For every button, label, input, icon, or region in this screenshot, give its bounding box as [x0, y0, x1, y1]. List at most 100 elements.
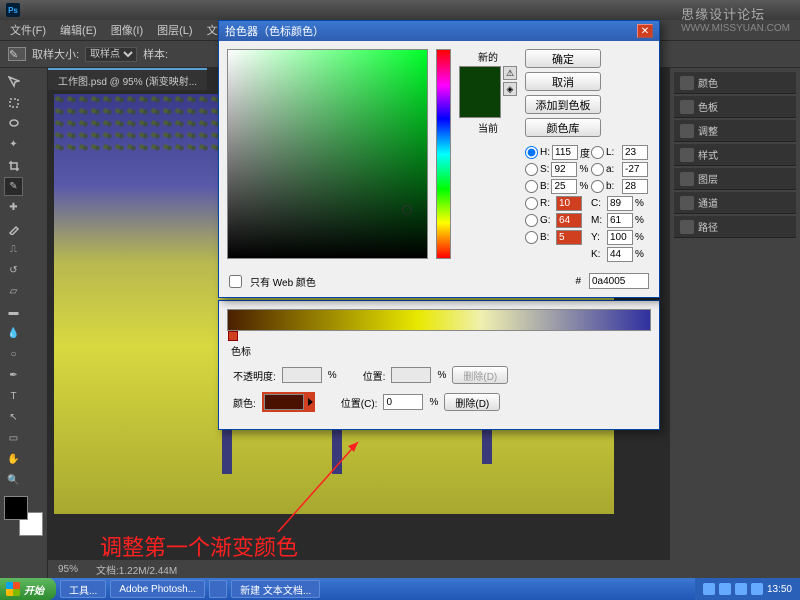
foreground-color[interactable] — [4, 496, 28, 520]
shape-tool[interactable]: ▭ — [4, 429, 23, 448]
delete-color-button[interactable]: 删除(D) — [444, 393, 500, 411]
tray-icon[interactable] — [735, 583, 747, 595]
web-only-checkbox[interactable] — [229, 275, 242, 288]
ok-button[interactable]: 确定 — [525, 49, 601, 68]
color-cursor[interactable] — [402, 205, 412, 215]
panel-adjust[interactable]: 调整 — [674, 120, 796, 142]
bl-radio[interactable] — [525, 231, 538, 244]
task-item-photoshop[interactable]: Adobe Photosh... — [110, 580, 205, 598]
move-tool[interactable] — [4, 72, 23, 91]
panel-channels[interactable]: 通道 — [674, 192, 796, 214]
a-radio[interactable] — [591, 163, 604, 176]
blur-tool[interactable]: 💧 — [4, 324, 23, 343]
marquee-tool[interactable] — [4, 93, 23, 112]
tray-icon[interactable] — [719, 583, 731, 595]
tray-icon[interactable] — [703, 583, 715, 595]
color-chip — [264, 394, 304, 410]
menu-file[interactable]: 文件(F) — [4, 20, 52, 40]
close-icon[interactable]: ✕ — [637, 24, 653, 38]
hex-input[interactable] — [589, 273, 649, 289]
b-input[interactable] — [551, 179, 577, 194]
zoom-level[interactable]: 95% — [58, 564, 78, 575]
y-input[interactable] — [607, 230, 633, 245]
crop-tool[interactable] — [4, 156, 23, 175]
preview-swatch[interactable] — [459, 66, 501, 118]
color-lib-button[interactable]: 颜色库 — [525, 118, 601, 137]
stamp-tool[interactable]: ⎍ — [4, 240, 23, 259]
eyedropper-tool[interactable]: ✎ — [4, 177, 23, 196]
color-panel-icon — [680, 76, 694, 90]
panel-color[interactable]: 颜色 — [674, 72, 796, 94]
color-stop-label: 颜色: — [233, 395, 256, 410]
panel-paths[interactable]: 路径 — [674, 216, 796, 238]
wand-tool[interactable]: ✦ — [4, 135, 23, 154]
dodge-tool[interactable]: ○ — [4, 345, 23, 364]
l-radio[interactable] — [591, 146, 604, 159]
add-swatch-button[interactable]: 添加到色板 — [525, 95, 601, 114]
g-input[interactable] — [556, 213, 582, 228]
bl-input[interactable] — [556, 230, 582, 245]
sample-size-select[interactable]: 取样点 — [85, 47, 137, 62]
gamut-warn-icon[interactable]: ⚠ — [503, 66, 517, 80]
heal-tool[interactable]: ✚ — [4, 198, 23, 217]
task-item-tools[interactable]: 工具... — [60, 580, 106, 598]
styles-panel-icon — [680, 148, 694, 162]
document-tab[interactable]: 工作图.psd @ 95% (渐变映射... — [48, 68, 207, 90]
type-tool[interactable]: T — [4, 387, 23, 406]
a-input[interactable] — [622, 162, 648, 177]
s-input[interactable] — [551, 162, 577, 177]
b2-input[interactable] — [622, 179, 648, 194]
menu-image[interactable]: 图像(I) — [105, 20, 149, 40]
panel-swatches[interactable]: 色板 — [674, 96, 796, 118]
s-radio[interactable] — [525, 163, 538, 176]
panel-styles[interactable]: 样式 — [674, 144, 796, 166]
tray-icon[interactable] — [751, 583, 763, 595]
m-input[interactable] — [607, 213, 633, 228]
panel-layers[interactable]: 图层 — [674, 168, 796, 190]
path-tool[interactable]: ↖ — [4, 408, 23, 427]
cube-icon[interactable]: ◈ — [503, 82, 517, 96]
task-item-blank[interactable] — [209, 580, 227, 598]
opacity-label: 不透明度: — [233, 368, 276, 383]
start-button[interactable]: 开始 — [0, 578, 56, 600]
color-field[interactable] — [227, 49, 428, 259]
r-input[interactable] — [556, 196, 582, 211]
h-input[interactable] — [552, 145, 578, 160]
g-radio[interactable] — [525, 214, 538, 227]
menu-edit[interactable]: 编辑(E) — [54, 20, 103, 40]
paths-panel-icon — [680, 220, 694, 234]
c-input[interactable] — [607, 196, 633, 211]
opacity-stop-row: 不透明度: % 位置: % 删除(D) — [227, 362, 651, 388]
eraser-tool[interactable]: ▱ — [4, 282, 23, 301]
pen-tool[interactable]: ✒ — [4, 366, 23, 385]
hand-tool[interactable]: ✋ — [4, 450, 23, 469]
color-swatches[interactable] — [4, 496, 43, 536]
eyedropper-icon[interactable]: ✎ — [8, 47, 26, 61]
history-brush-tool[interactable]: ↺ — [4, 261, 23, 280]
cancel-button[interactable]: 取消 — [525, 72, 601, 91]
doc-size: 文档:1.22M/2.44M — [96, 562, 177, 577]
b2-radio[interactable] — [591, 180, 604, 193]
gradient-preview[interactable] — [227, 309, 651, 331]
lasso-tool[interactable] — [4, 114, 23, 133]
l-input[interactable] — [622, 145, 648, 160]
r-radio[interactable] — [525, 197, 538, 210]
menu-layer[interactable]: 图层(L) — [151, 20, 198, 40]
gradient-stop-1[interactable] — [228, 331, 238, 341]
gradient-tool[interactable]: ▬ — [4, 303, 23, 322]
hue-slider[interactable] — [436, 49, 451, 259]
task-item-notepad[interactable]: 新建 文本文档... — [231, 580, 320, 598]
position-label: 位置: — [363, 368, 386, 383]
clock[interactable]: 13:50 — [767, 584, 792, 595]
dialog-titlebar[interactable]: 拾色器（色标颜色） ✕ — [219, 21, 659, 41]
h-radio[interactable] — [525, 146, 538, 159]
position2-input[interactable] — [383, 394, 423, 410]
k-input[interactable] — [607, 247, 633, 262]
color-chip-button[interactable] — [262, 392, 315, 412]
position-input — [391, 367, 431, 383]
current-color-label: 当前 — [478, 120, 498, 135]
zoom-tool[interactable]: 🔍 — [4, 471, 23, 490]
brush-tool[interactable] — [4, 219, 23, 238]
b-radio[interactable] — [525, 180, 538, 193]
app-titlebar: Ps — [0, 0, 800, 20]
